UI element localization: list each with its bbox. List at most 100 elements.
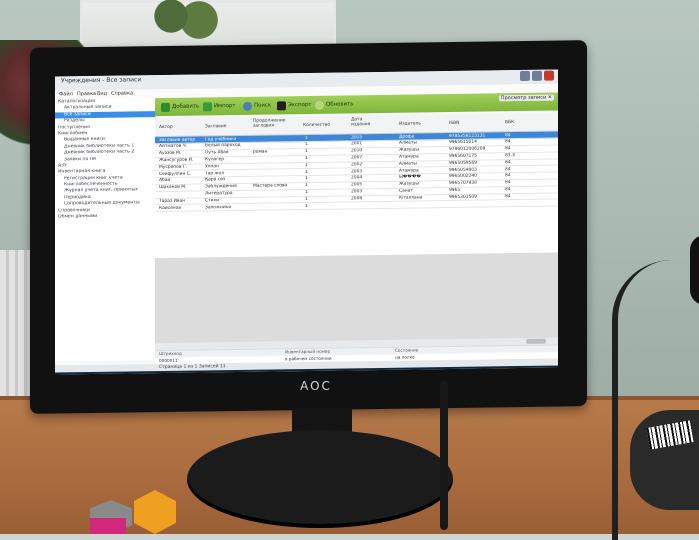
table-cell: Заблуждения bbox=[205, 184, 251, 190]
table-cell bbox=[159, 191, 203, 192]
table-cell: Ауэзов М. bbox=[159, 151, 203, 157]
logo-shape-orange bbox=[134, 490, 176, 534]
table-cell: Жазушы bbox=[399, 181, 447, 187]
export-button[interactable]: Экспорт bbox=[277, 100, 311, 110]
table-cell: Абай bbox=[159, 178, 203, 184]
table-cell: 84 bbox=[505, 139, 545, 145]
add-button[interactable]: Добавить bbox=[161, 101, 199, 112]
monitor-cable bbox=[440, 380, 448, 530]
col-subtitle[interactable]: Продолжение заглавия bbox=[253, 118, 293, 129]
monitor-brand: AOC bbox=[291, 379, 341, 393]
table-cell: Тараз Иван bbox=[159, 198, 203, 204]
table-cell: 84 bbox=[505, 159, 545, 165]
scroll-thumb[interactable] bbox=[526, 339, 546, 344]
table-cell: 2004 bbox=[351, 175, 397, 181]
table-cell: 2007 bbox=[351, 155, 397, 161]
status-text: Страница 1 из 1 Записей 11 bbox=[159, 364, 226, 370]
table-cell: Белый пароход bbox=[205, 143, 251, 149]
table-cell bbox=[253, 156, 303, 157]
export-icon bbox=[277, 101, 286, 110]
sidebar-item[interactable]: Обмен данными bbox=[55, 213, 155, 221]
table-cell: 2001 bbox=[351, 141, 397, 147]
table-cell: 1 bbox=[305, 149, 349, 155]
table-cell: Алматы bbox=[399, 140, 447, 146]
import-icon bbox=[203, 102, 212, 111]
table-cell: 84 bbox=[505, 187, 545, 193]
menu-file[interactable]: Файл bbox=[59, 91, 73, 97]
table-cell: 9965 bbox=[449, 187, 503, 193]
table-cell: Дрофа bbox=[399, 134, 447, 140]
logo-shape-pink bbox=[90, 518, 126, 534]
table-cell: Кітапхана bbox=[399, 195, 447, 201]
table-cell: 9965707938 bbox=[449, 180, 503, 186]
table-cell bbox=[253, 170, 303, 171]
search-button-label: Поиск bbox=[254, 102, 271, 108]
table-cell bbox=[253, 204, 303, 205]
search-button[interactable]: Поиск bbox=[243, 100, 271, 110]
table-cell: 9965002240 bbox=[449, 174, 503, 180]
table-cell: 84 bbox=[505, 193, 545, 199]
table-cell: 2008 bbox=[351, 195, 397, 201]
table-cell: Жансугуров И. bbox=[159, 157, 203, 163]
col-bbk[interactable]: ББК bbox=[505, 120, 514, 125]
table-cell bbox=[253, 163, 303, 164]
monitor-base bbox=[187, 430, 453, 528]
table-cell: 1 bbox=[305, 189, 349, 195]
table-cell: 1 bbox=[305, 203, 349, 209]
table-cell: Год учебника bbox=[205, 136, 251, 142]
maximize-icon[interactable] bbox=[532, 71, 542, 81]
table-cell: 1 bbox=[305, 155, 349, 161]
table-cell: Путь Абая bbox=[205, 150, 251, 156]
table-cell: 9965054803 bbox=[449, 167, 503, 173]
table-cell: 1 bbox=[305, 196, 349, 202]
table-cell: Сейфуллин С. bbox=[159, 171, 203, 177]
minimize-icon[interactable] bbox=[520, 71, 530, 81]
table-cell: 2010 bbox=[351, 148, 397, 154]
col-date[interactable]: Дата издания bbox=[351, 117, 381, 127]
window-title: Учреждения - Все записи bbox=[61, 76, 141, 84]
col-author[interactable]: Автор bbox=[159, 125, 173, 130]
table-cell: Мастера слова bbox=[253, 183, 303, 189]
detail-status: на полке bbox=[395, 354, 415, 359]
add-icon bbox=[161, 102, 170, 111]
col-isbn[interactable]: ISBN bbox=[449, 121, 459, 126]
detail-col-status: Состояние bbox=[395, 347, 418, 352]
col-title[interactable]: Заглавие bbox=[205, 124, 226, 129]
table-cell: 9965607175 bbox=[449, 153, 503, 159]
close-view-button[interactable]: Просмотр записи ✕ bbox=[499, 95, 554, 102]
table-cell: 9965301509 bbox=[449, 194, 503, 200]
table-cell: Тар жол bbox=[205, 170, 251, 176]
table-cell: 2005 bbox=[351, 182, 397, 188]
import-button[interactable]: Импорт bbox=[203, 101, 235, 111]
table-cell: 1 bbox=[305, 176, 349, 182]
col-publisher[interactable]: Издатель bbox=[399, 121, 421, 126]
table-cell: 1 bbox=[305, 142, 349, 148]
sidebar-tree: Каталогизация Актуальные записи Все запи… bbox=[55, 98, 156, 361]
col-count[interactable]: Количество bbox=[303, 123, 330, 128]
table-cell: Шаханов М. bbox=[159, 185, 203, 191]
refresh-button[interactable]: Обновить bbox=[315, 99, 353, 110]
close-icon[interactable] bbox=[544, 71, 554, 81]
speaker bbox=[690, 235, 699, 305]
table-cell bbox=[253, 190, 303, 191]
table-cell: 9786012006208 bbox=[449, 146, 503, 152]
table-cell bbox=[351, 202, 397, 203]
detail-barcode: 0000011 bbox=[159, 358, 178, 363]
menu-view[interactable]: Вид bbox=[97, 91, 107, 97]
table-cell bbox=[253, 142, 303, 143]
table-cell: Заложники bbox=[205, 204, 251, 210]
menu-help[interactable]: Справка bbox=[111, 90, 133, 96]
menu-edit[interactable]: Правка bbox=[77, 91, 96, 97]
table-cell: Улпан bbox=[205, 163, 251, 169]
refresh-icon bbox=[315, 100, 324, 109]
table-cell: 1 bbox=[305, 135, 349, 141]
table-cell: Қара сөз bbox=[205, 177, 251, 183]
table-cell: 2002 bbox=[351, 161, 397, 167]
detail-inventory: в рабочем состоянии bbox=[285, 356, 332, 362]
records-table: Автор Заглавие Продолжение заглавия Коли… bbox=[155, 112, 558, 258]
table-cell: Литература bbox=[205, 191, 251, 197]
table-cell bbox=[253, 176, 303, 177]
table-cell: Заглавие автор bbox=[159, 137, 203, 143]
window-controls bbox=[520, 71, 554, 81]
search-icon bbox=[243, 101, 252, 110]
